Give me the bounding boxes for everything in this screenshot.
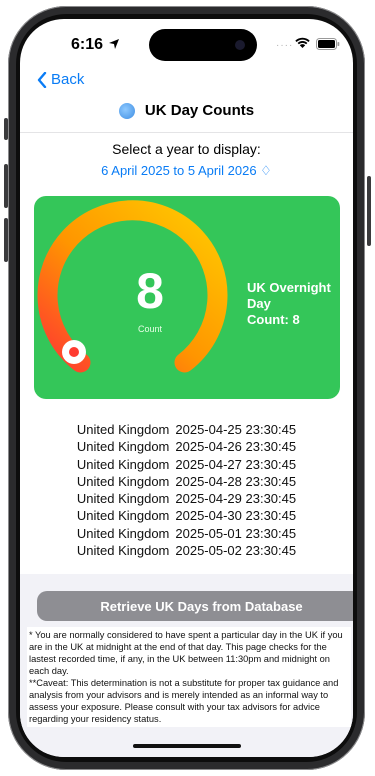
list-item: United Kingdom 2025-04-28 23:30:45	[76, 473, 297, 489]
status-bar: 6:16 ····	[20, 19, 353, 65]
overnight-count-label: UK Overnight Day Count: 8	[247, 280, 331, 327]
dynamic-island	[149, 29, 257, 61]
nav-title-row: UK Day Counts	[20, 102, 353, 119]
page-title: UK Day Counts	[144, 102, 255, 119]
list-item: United Kingdom 2025-04-30 23:30:45	[76, 508, 297, 524]
location-arrow-icon	[109, 39, 119, 49]
list-item: United Kingdom 2025-05-01 23:30:45	[76, 525, 297, 541]
action-button	[4, 118, 8, 140]
day-list: United Kingdom 2025-04-25 23:30:45 United…	[20, 421, 353, 559]
year-picker[interactable]: 6 April 2025 to 5 April 2026 ♢	[20, 163, 353, 179]
back-label: Back	[51, 71, 85, 88]
wifi-icon	[295, 37, 310, 48]
power-button	[367, 176, 371, 246]
screen: 6:16 ···· Back UK Day Counts Select a ye…	[20, 19, 353, 757]
list-item: United Kingdom 2025-04-25 23:30:45	[76, 422, 297, 437]
year-select-prompt: Select a year to display:	[112, 141, 261, 157]
list-item: United Kingdom 2025-05-02 23:30:45	[76, 543, 297, 559]
camera-icon	[235, 40, 245, 50]
back-button[interactable]: Back	[37, 71, 84, 88]
day-count-card: 8 Count UK Overnight Day Count: 8	[34, 196, 340, 399]
battery-icon	[316, 38, 340, 50]
signal-icon: ····	[276, 40, 294, 51]
disclaimer-paragraph: * You are normally considered to have sp…	[29, 630, 343, 676]
count-value: 8	[136, 263, 164, 319]
disclaimer-note: * You are normally considered to have sp…	[27, 627, 351, 727]
volume-up-button	[4, 164, 8, 208]
globe-icon	[118, 102, 135, 119]
count-label: Count	[137, 324, 163, 334]
retrieve-days-button[interactable]: Retrieve UK Days from Database	[37, 591, 353, 621]
list-item: United Kingdom 2025-04-27 23:30:45	[76, 456, 297, 472]
home-indicator[interactable]	[133, 744, 241, 748]
nav-divider	[20, 132, 353, 133]
chevron-left-icon	[37, 71, 47, 88]
volume-down-button	[4, 218, 8, 262]
list-item: United Kingdom 2025-04-26 23:30:45	[76, 439, 297, 455]
list-item: United Kingdom 2025-04-29 23:30:45	[76, 491, 297, 507]
caveat-paragraph: **Caveat: This determination is not a su…	[29, 678, 339, 724]
status-time: 6:16	[71, 36, 104, 53]
